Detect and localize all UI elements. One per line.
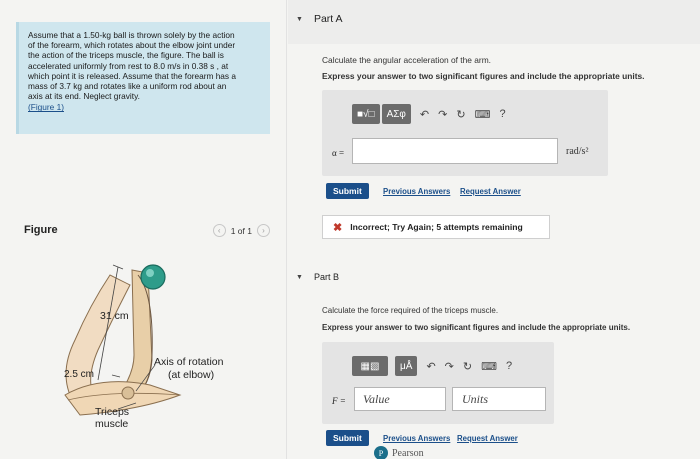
- help-button[interactable]: ?: [506, 360, 512, 372]
- problem-statement: Assume that a 1.50-kg ball is thrown sol…: [16, 22, 270, 134]
- redo-icon[interactable]: ↷: [438, 108, 447, 121]
- problem-line: the action of the triceps muscle, the fi…: [28, 50, 224, 61]
- units-symbols-button[interactable]: μÅ: [395, 356, 418, 376]
- part-b-request-answer-link[interactable]: Request Answer: [457, 434, 518, 443]
- templates-button[interactable]: ■√□: [352, 104, 380, 124]
- label-triceps-line2: muscle: [95, 418, 128, 430]
- units-label: rad/s²: [566, 146, 589, 157]
- label-axis-line2: (at elbow): [168, 369, 214, 381]
- problem-line: axis at its end. Neglect gravity.: [28, 91, 140, 102]
- reset-icon[interactable]: ↻: [456, 108, 465, 121]
- redo-icon[interactable]: ↷: [445, 360, 454, 373]
- part-b-question: Calculate the force required of the tric…: [322, 306, 499, 315]
- figure-pager: ‹ 1 of 1 ›: [212, 224, 270, 237]
- pearson-footer: P Pearson: [374, 446, 424, 459]
- ball: [140, 264, 166, 290]
- part-a-answer-area: ■√□ ΑΣφ ↶ ↷ ↻ ⌨ ? α = rad/s²: [322, 90, 608, 176]
- problem-line: mass of 3.7 kg and rotates like a unifor…: [28, 81, 227, 92]
- figure-link[interactable]: (Figure 1): [28, 102, 261, 112]
- arm-figure: 31 cm 2.5 cm Axis of rotation (at elbow)…: [64, 264, 224, 430]
- problem-line: of the forearm, which rotates about the …: [28, 40, 236, 51]
- keyboard-icon[interactable]: ⌨: [475, 108, 491, 121]
- reset-icon[interactable]: ↻: [463, 360, 472, 373]
- part-a-toolbar: ■√□ ΑΣφ ↶ ↷ ↻ ⌨ ?: [352, 104, 506, 124]
- alpha-variable-label: α =: [332, 148, 345, 158]
- templates-button[interactable]: ▦▧: [352, 356, 388, 376]
- part-b-instruction: Express your answer to two significant f…: [322, 323, 631, 332]
- part-b-answer-area: ▦▧ μÅ ↶ ↷ ↻ ⌨ ? F = Value Units: [322, 342, 554, 424]
- prev-figure-button[interactable]: ‹: [212, 224, 226, 237]
- column-divider: [286, 0, 287, 459]
- pearson-brand-text: Pearson: [392, 447, 424, 459]
- dimension-line-triceps: [111, 374, 121, 378]
- label-axis-line1: Axis of rotation: [154, 356, 224, 368]
- part-a-question: Calculate the angular acceleration of th…: [322, 55, 491, 65]
- part-a-instruction: Express your answer to two significant f…: [322, 71, 645, 81]
- label-triceps-line1: Triceps: [95, 406, 129, 418]
- incorrect-x-icon: ✖: [333, 221, 343, 234]
- collapse-triangle-icon: ▼: [296, 15, 303, 23]
- part-b-header[interactable]: ▼ Part B: [296, 264, 339, 290]
- feedback-text: Incorrect; Try Again; 5 attempts remaini…: [350, 222, 523, 232]
- part-a-title: Part A: [313, 13, 343, 25]
- undo-icon[interactable]: ↶: [426, 360, 435, 373]
- chevron-left-icon: ‹: [217, 226, 221, 235]
- template-grid-icon: ▦▧: [360, 360, 380, 372]
- elbow-joint: [121, 386, 135, 400]
- collapse-triangle-icon: ▼: [296, 273, 303, 281]
- part-a-header-bar: [288, 0, 700, 44]
- pager-text: 1 of 1: [230, 225, 252, 236]
- next-figure-button[interactable]: ›: [257, 224, 270, 237]
- force-value-input[interactable]: Value: [354, 387, 446, 411]
- ball-highlight: [146, 269, 154, 277]
- pearson-logo-icon: P: [374, 446, 388, 459]
- chevron-right-icon: ›: [262, 226, 265, 235]
- figure-header: Figure ‹ 1 of 1 ›: [20, 224, 272, 242]
- angular-acceleration-input[interactable]: [352, 138, 558, 164]
- part-b-toolbar: ▦▧ μÅ ↶ ↷ ↻ ⌨ ?: [352, 356, 512, 376]
- part-b-submit-button[interactable]: Submit: [326, 430, 369, 446]
- problem-line: accelerated uniformly from rest to 8.0 m…: [28, 60, 229, 71]
- part-b-title: Part B: [313, 272, 339, 282]
- greek-symbols-button[interactable]: ΑΣφ: [381, 104, 411, 124]
- problem-line: which point it is released. Assume that …: [28, 70, 236, 81]
- force-units-input[interactable]: Units: [452, 387, 546, 411]
- force-variable-label: F =: [332, 396, 346, 406]
- figure-title: Figure: [24, 224, 58, 236]
- undo-icon[interactable]: ↶: [420, 108, 429, 121]
- part-a-request-answer-link[interactable]: Request Answer: [460, 187, 521, 196]
- label-31cm: 31 cm: [100, 310, 129, 322]
- keyboard-icon[interactable]: ⌨: [481, 360, 497, 373]
- part-a-previous-answers-link[interactable]: Previous Answers: [383, 187, 450, 196]
- help-button[interactable]: ?: [499, 108, 505, 120]
- part-a-header[interactable]: ▼ Part A: [296, 6, 343, 32]
- part-b-previous-answers-link[interactable]: Previous Answers: [383, 434, 450, 443]
- part-a-feedback: ✖ Incorrect; Try Again; 5 attempts remai…: [322, 215, 550, 239]
- label-2-5cm: 2.5 cm: [64, 369, 94, 380]
- problem-line: Assume that a 1.50-kg ball is thrown sol…: [28, 30, 235, 40]
- part-a-submit-button[interactable]: Submit: [326, 183, 369, 199]
